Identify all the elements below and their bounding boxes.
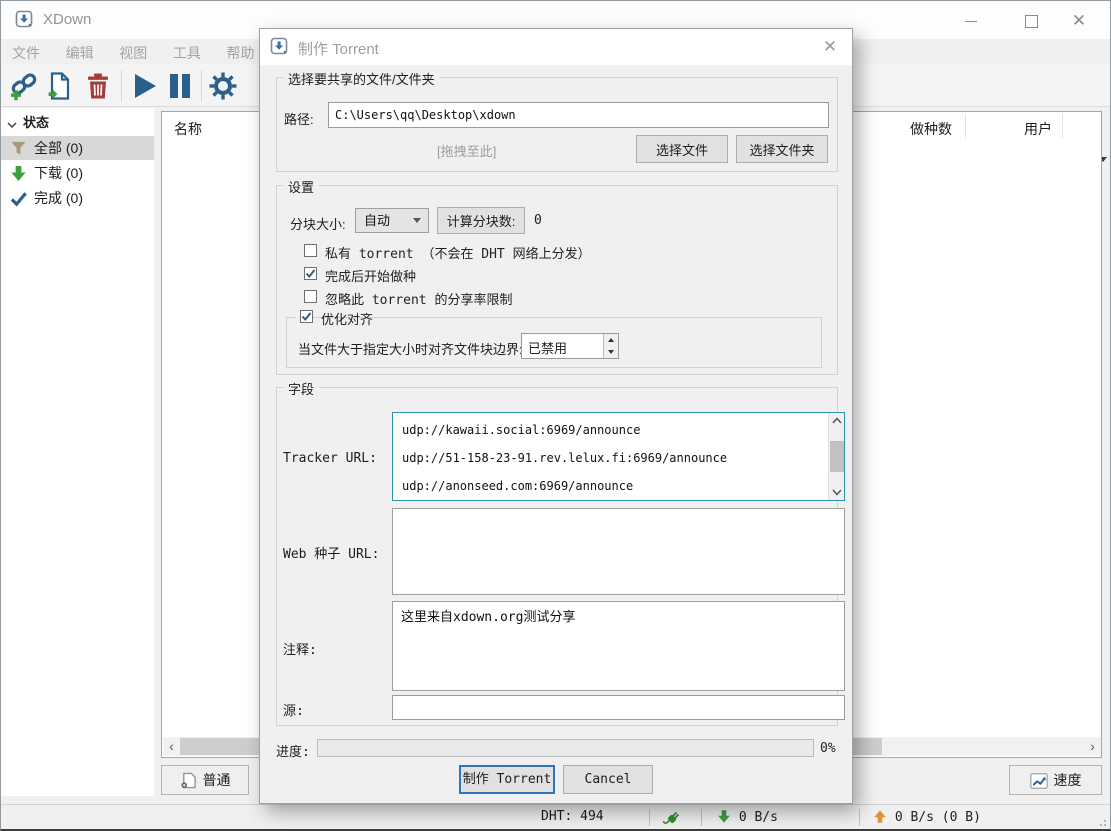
dialog-title: 制作 Torrent [298,38,379,59]
toolbar-separator [201,70,202,102]
select-file-button[interactable]: 选择文件 [636,135,728,163]
sidebar-item-completed[interactable]: 完成 (0) [1,186,154,210]
piece-size-select[interactable]: 自动 [355,208,429,233]
checkbox-checked[interactable] [304,267,317,280]
dialog-titlebar: 制作 Torrent ✕ [260,29,852,65]
speed-chart-button[interactable]: 速度 [1009,765,1102,795]
cancel-button[interactable]: Cancel [563,765,653,794]
select-folder-button[interactable]: 选择文件夹 [736,135,828,163]
make-torrent-button[interactable]: 制作 Torrent [459,765,555,794]
optimize-align-checkbox-row[interactable]: 优化对齐 [296,309,304,325]
checkbox-unchecked[interactable] [304,290,317,303]
progress-bar [317,739,814,757]
menu-tools[interactable]: 工具 [162,39,212,67]
share-group: 选择要共享的文件/文件夹 路径: [拖拽至此] 选择文件 选择文件夹 [276,77,838,172]
statusbar-separator [701,809,702,826]
add-torrent-file-button[interactable] [45,71,75,101]
fields-group-legend: 字段 [283,379,319,398]
sidebar-item-downloading[interactable]: 下载 (0) [1,161,154,185]
source-input[interactable] [392,695,845,720]
menu-file[interactable]: 文件 [1,39,51,67]
menu-edit[interactable]: 编辑 [55,39,105,67]
column-header-peers[interactable]: 用户 [1024,119,1052,139]
funnel-icon [10,140,27,157]
scroll-up-icon[interactable] [829,413,845,428]
app-title: XDown [43,11,91,28]
status-sidebar: 状态 全部 (0) 下载 (0) 完成 (0) [1,108,154,796]
align-threshold-spinner[interactable]: 已禁用 [521,333,619,359]
download-arrow-icon [10,165,27,182]
column-separator [1062,114,1063,138]
column-header-seeds[interactable]: 做种数 [910,119,952,139]
progress-percent: 0% [820,741,836,756]
statusbar-separator [859,809,860,826]
dropdown-caret-icon [413,218,421,223]
sidebar-status-header[interactable]: 状态 [7,112,49,134]
piece-count-value: 0 [534,213,542,228]
piece-size-label: 分块大小: [290,214,346,233]
comment-textarea[interactable]: 这里来自xdown.org测试分享 [392,601,845,691]
menu-view[interactable]: 视图 [108,39,158,67]
column-header-name[interactable]: 名称 [174,119,202,139]
up-arrow-icon [873,809,887,824]
dialog-logo-icon [270,37,290,57]
settings-group: 设置 分块大小: 自动 计算分块数: 0 私有 torrent （不会在 DHT… [276,185,838,375]
check-icon [10,190,27,207]
make-torrent-dialog: 制作 Torrent ✕ 选择要共享的文件/文件夹 路径: [拖拽至此] 选择文… [259,28,853,804]
xdown-main-window: XDown ✕ 文件 编辑 视图 工具 帮助 [0,0,1111,831]
dialog-close-icon[interactable]: ✕ [816,35,844,59]
line-chart-icon [1030,773,1048,789]
drag-drop-hint: [拖拽至此] [437,141,496,160]
path-label: 路径: [284,109,314,128]
add-link-button[interactable] [9,71,39,101]
tracker-url-label: Tracker URL: [283,451,377,466]
scroll-left-icon[interactable]: ‹ [163,737,180,756]
path-input[interactable] [328,102,829,128]
scrollbar-thumb[interactable] [830,441,844,472]
checkbox-checked[interactable] [300,310,313,323]
settings-group-legend: 设置 [283,177,319,196]
share-group-legend: 选择要共享的文件/文件夹 [283,69,440,88]
tracker-url-textarea[interactable]: udp://kawaii.social:6969/announce udp://… [392,412,845,501]
toolbar-separator [121,70,122,102]
tracker-scrollbar[interactable] [828,413,844,500]
spinner-down-icon[interactable] [608,350,614,354]
connection-plug-icon [663,809,683,828]
dht-status: DHT: 494 [541,809,604,824]
delete-button[interactable] [83,71,113,101]
statusbar: DHT: 494 0 B/s 0 B/s (0 B) [1,804,1110,830]
resize-grip[interactable] [1097,817,1107,827]
maximize-button[interactable] [1014,9,1048,33]
download-speed: 0 B/s [717,809,778,825]
minimize-button[interactable] [954,9,988,33]
column-separator [965,114,966,138]
scroll-right-icon[interactable]: › [1084,737,1101,756]
spinner-up-icon[interactable] [608,338,614,342]
settings-gear-button[interactable] [208,71,238,101]
checkbox-unchecked[interactable] [304,244,317,257]
chevron-down-icon [7,121,17,129]
app-logo-icon [15,10,35,30]
menu-help[interactable]: 帮助 [216,39,266,67]
pause-button[interactable] [165,71,195,101]
close-button[interactable]: ✕ [1062,9,1096,33]
align-boundary-label: 当文件大于指定大小时对齐文件块边界: [298,339,523,358]
fields-group: 字段 Tracker URL: udp://kawaii.social:6969… [276,387,838,726]
webseed-url-textarea[interactable] [392,508,845,595]
webseed-url-label: Web 种子 URL: [283,543,379,562]
statusbar-separator [649,809,650,826]
spinner-buttons[interactable] [603,334,618,358]
document-gear-icon [180,772,197,789]
comment-label: 注释: [283,639,317,658]
upload-speed: 0 B/s (0 B) [873,809,981,825]
source-label: 源: [283,700,304,719]
calc-pieces-button[interactable]: 计算分块数: [437,207,525,234]
normal-mode-button[interactable]: 普通 [161,765,249,795]
sidebar-item-all[interactable]: 全部 (0) [1,136,154,160]
down-arrow-icon [717,809,731,824]
start-button[interactable] [129,71,159,101]
progress-label: 进度: [276,741,310,760]
scroll-down-icon[interactable] [829,485,845,500]
